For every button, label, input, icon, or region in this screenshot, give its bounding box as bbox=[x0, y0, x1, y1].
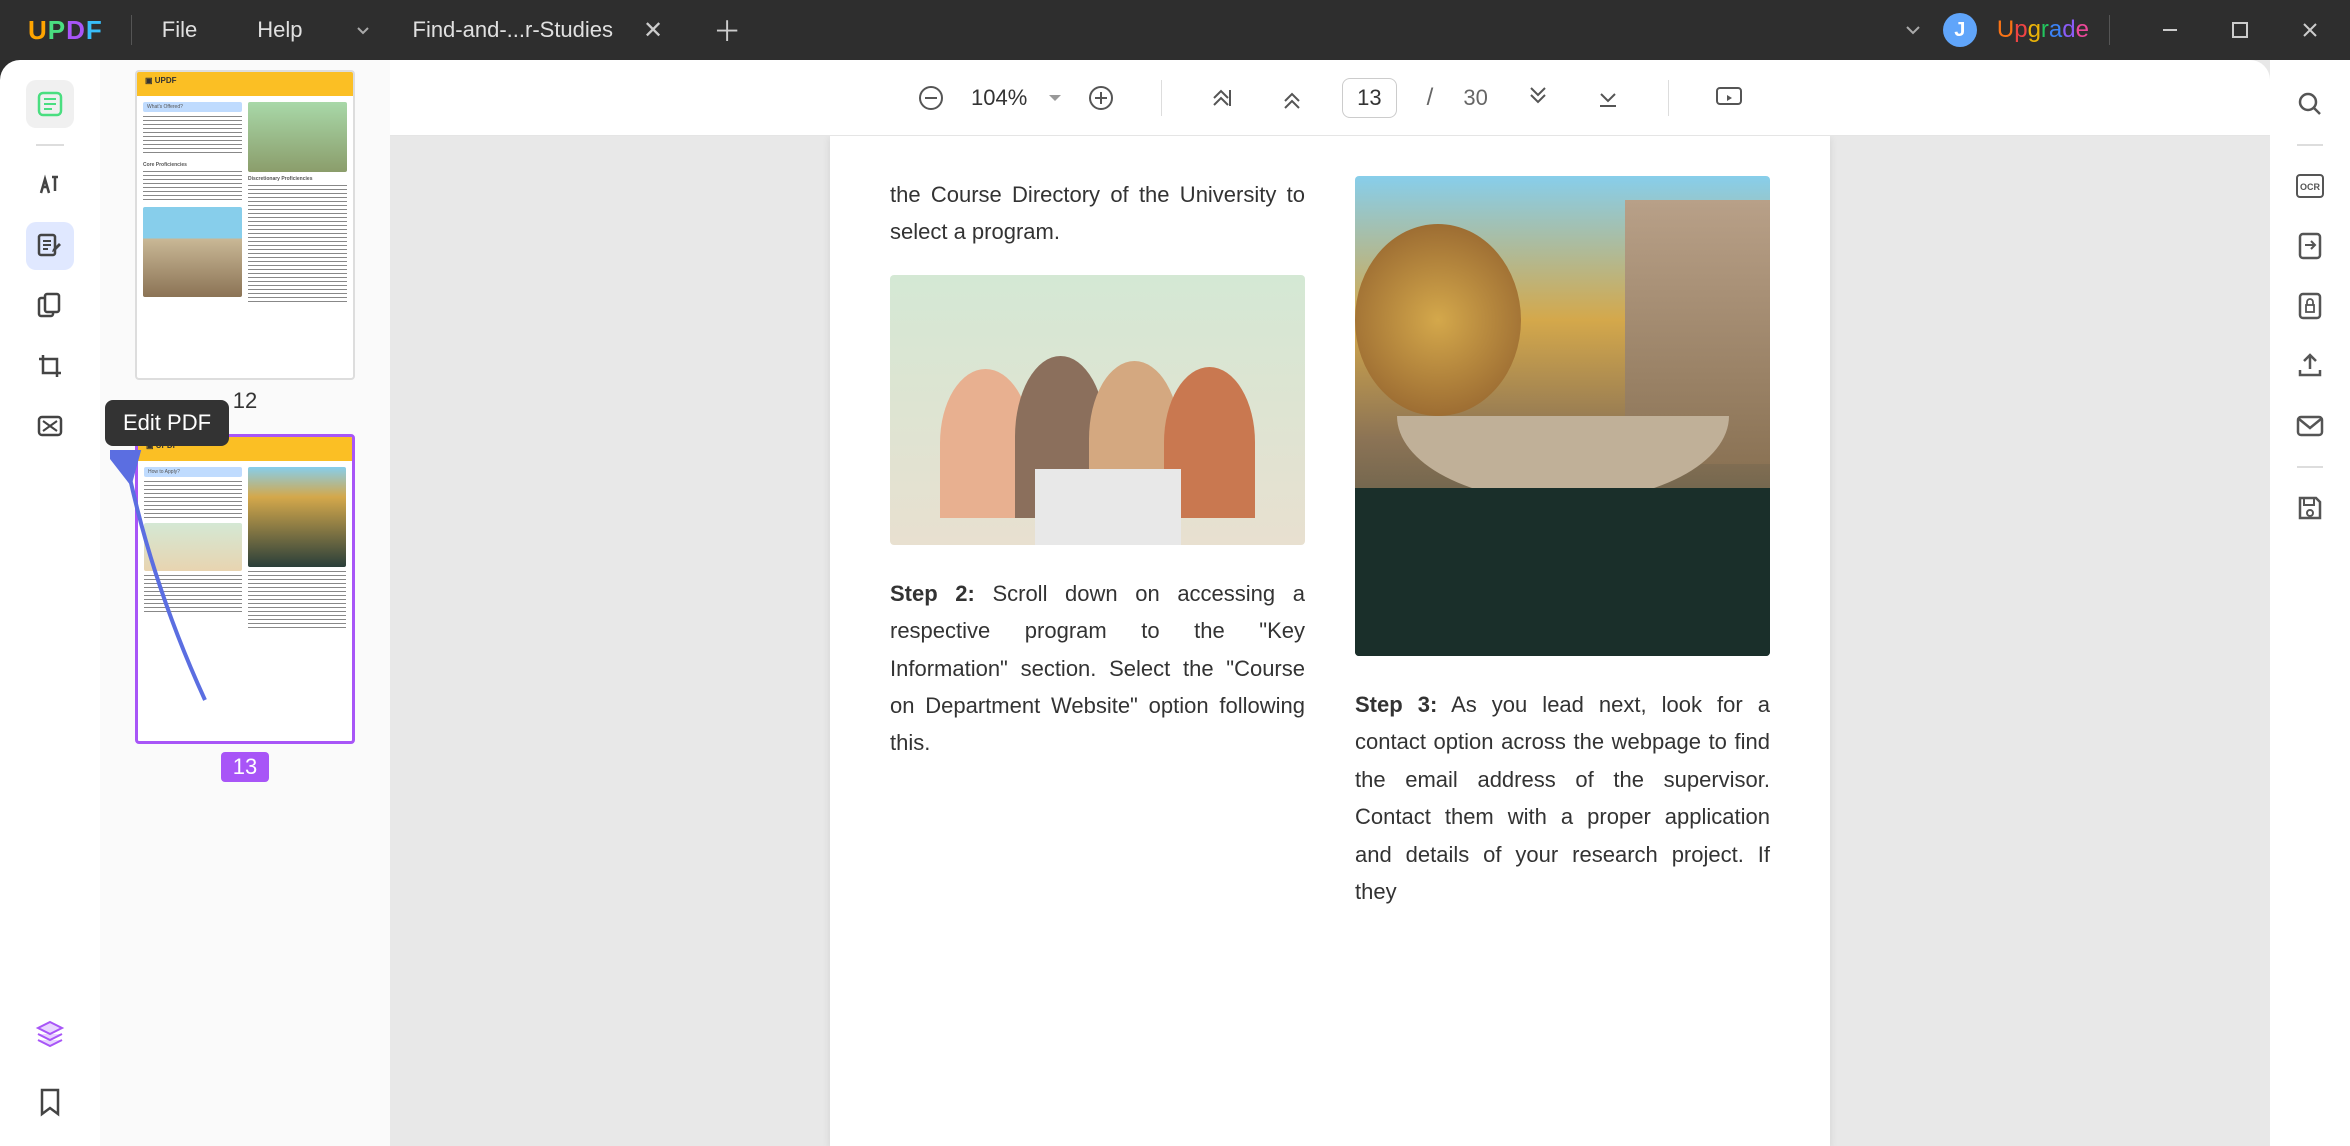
thumbnail-number: 13 bbox=[221, 752, 269, 782]
reader-tool[interactable] bbox=[26, 80, 74, 128]
zoom-out-button[interactable] bbox=[911, 78, 951, 118]
separator bbox=[36, 144, 64, 146]
tooltip-edit-pdf: Edit PDF bbox=[105, 400, 229, 446]
document-page: the Course Directory of the University t… bbox=[830, 136, 1830, 1146]
bookmark-tool[interactable] bbox=[26, 1078, 74, 1126]
share-button[interactable] bbox=[2286, 342, 2334, 390]
thumbnail-item[interactable]: ▣ UPDF What's Offered? Core Proficiencie… bbox=[100, 70, 390, 414]
tab-dropdown-icon[interactable] bbox=[343, 10, 383, 50]
email-button[interactable] bbox=[2286, 402, 2334, 450]
upgrade-button[interactable]: Upgrade bbox=[1997, 16, 2089, 44]
maximize-button[interactable] bbox=[2220, 10, 2260, 50]
step-text: As you lead next, look for a contact opt… bbox=[1355, 692, 1770, 904]
protect-button[interactable] bbox=[2286, 282, 2334, 330]
titlebar: UPDF File Help Find-and-...r-Studies ✕ ＋… bbox=[0, 0, 2350, 60]
annotation-arrow bbox=[110, 450, 230, 710]
document-tab[interactable]: Find-and-...r-Studies ✕ bbox=[393, 0, 684, 60]
paragraph-step2: Step 2: Scroll down on accessing a respe… bbox=[890, 575, 1305, 762]
close-button[interactable] bbox=[2290, 10, 2330, 50]
thumbnail-page-12[interactable]: ▣ UPDF What's Offered? Core Proficiencie… bbox=[135, 70, 355, 380]
paragraph: the Course Directory of the University t… bbox=[890, 176, 1305, 251]
page-total: 30 bbox=[1463, 85, 1487, 111]
document-column-left: the Course Directory of the University t… bbox=[890, 176, 1305, 1106]
step-label: Step 3: bbox=[1355, 692, 1437, 717]
document-toolbar: 104% 13 / 30 bbox=[390, 60, 2270, 136]
titlebar-right: J Upgrade bbox=[1903, 10, 2350, 50]
presentation-button[interactable] bbox=[1709, 78, 1749, 118]
layers-tool[interactable] bbox=[26, 1010, 74, 1058]
last-page-button[interactable] bbox=[1588, 78, 1628, 118]
left-toolbar bbox=[0, 60, 100, 1146]
document-image-river bbox=[1355, 176, 1770, 656]
next-page-button[interactable] bbox=[1518, 78, 1558, 118]
help-menu[interactable]: Help bbox=[227, 17, 332, 43]
separator bbox=[1161, 80, 1162, 116]
minimize-button[interactable] bbox=[2150, 10, 2190, 50]
zoom-in-button[interactable] bbox=[1081, 78, 1121, 118]
document-area: 104% 13 / 30 bbox=[390, 60, 2270, 1146]
first-page-button[interactable] bbox=[1202, 78, 1242, 118]
paragraph-step3: Step 3: As you lead next, look for a con… bbox=[1355, 686, 1770, 910]
crop-tool[interactable] bbox=[26, 342, 74, 390]
comment-tool[interactable] bbox=[26, 162, 74, 210]
file-menu[interactable]: File bbox=[132, 17, 227, 43]
page-separator: / bbox=[1427, 84, 1434, 112]
close-tab-button[interactable]: ✕ bbox=[643, 16, 663, 45]
user-avatar[interactable]: J bbox=[1943, 13, 1977, 47]
separator bbox=[1668, 80, 1669, 116]
document-image-students bbox=[890, 275, 1305, 545]
ocr-button[interactable]: OCR bbox=[2286, 162, 2334, 210]
separator bbox=[2109, 15, 2110, 45]
zoom-level: 104% bbox=[969, 85, 1029, 111]
page-input[interactable]: 13 bbox=[1342, 78, 1396, 118]
right-toolbar: OCR bbox=[2270, 60, 2350, 1146]
separator bbox=[2297, 466, 2323, 468]
chevron-down-icon[interactable] bbox=[1903, 20, 1923, 40]
edit-pdf-tool[interactable] bbox=[26, 222, 74, 270]
document-column-right: Step 3: As you lead next, look for a con… bbox=[1355, 176, 1770, 1106]
step-text: Scroll down on accessing a respective pr… bbox=[890, 581, 1305, 756]
search-button[interactable] bbox=[2286, 80, 2334, 128]
convert-button[interactable] bbox=[2286, 222, 2334, 270]
new-tab-button[interactable]: ＋ bbox=[713, 10, 741, 50]
thumbnail-number: 12 bbox=[233, 388, 257, 414]
redact-tool[interactable] bbox=[26, 402, 74, 450]
separator bbox=[2297, 144, 2323, 146]
step-label: Step 2: bbox=[890, 581, 975, 606]
page-tool[interactable] bbox=[26, 282, 74, 330]
tab-area: Find-and-...r-Studies ✕ ＋ bbox=[343, 0, 1903, 60]
save-button[interactable] bbox=[2286, 484, 2334, 532]
document-viewport[interactable]: the Course Directory of the University t… bbox=[390, 136, 2270, 1146]
app-logo: UPDF bbox=[0, 15, 131, 46]
tab-title: Find-and-...r-Studies bbox=[413, 17, 614, 43]
svg-text:OCR: OCR bbox=[2300, 182, 2321, 192]
prev-page-button[interactable] bbox=[1272, 78, 1312, 118]
zoom-dropdown[interactable] bbox=[1047, 90, 1063, 106]
